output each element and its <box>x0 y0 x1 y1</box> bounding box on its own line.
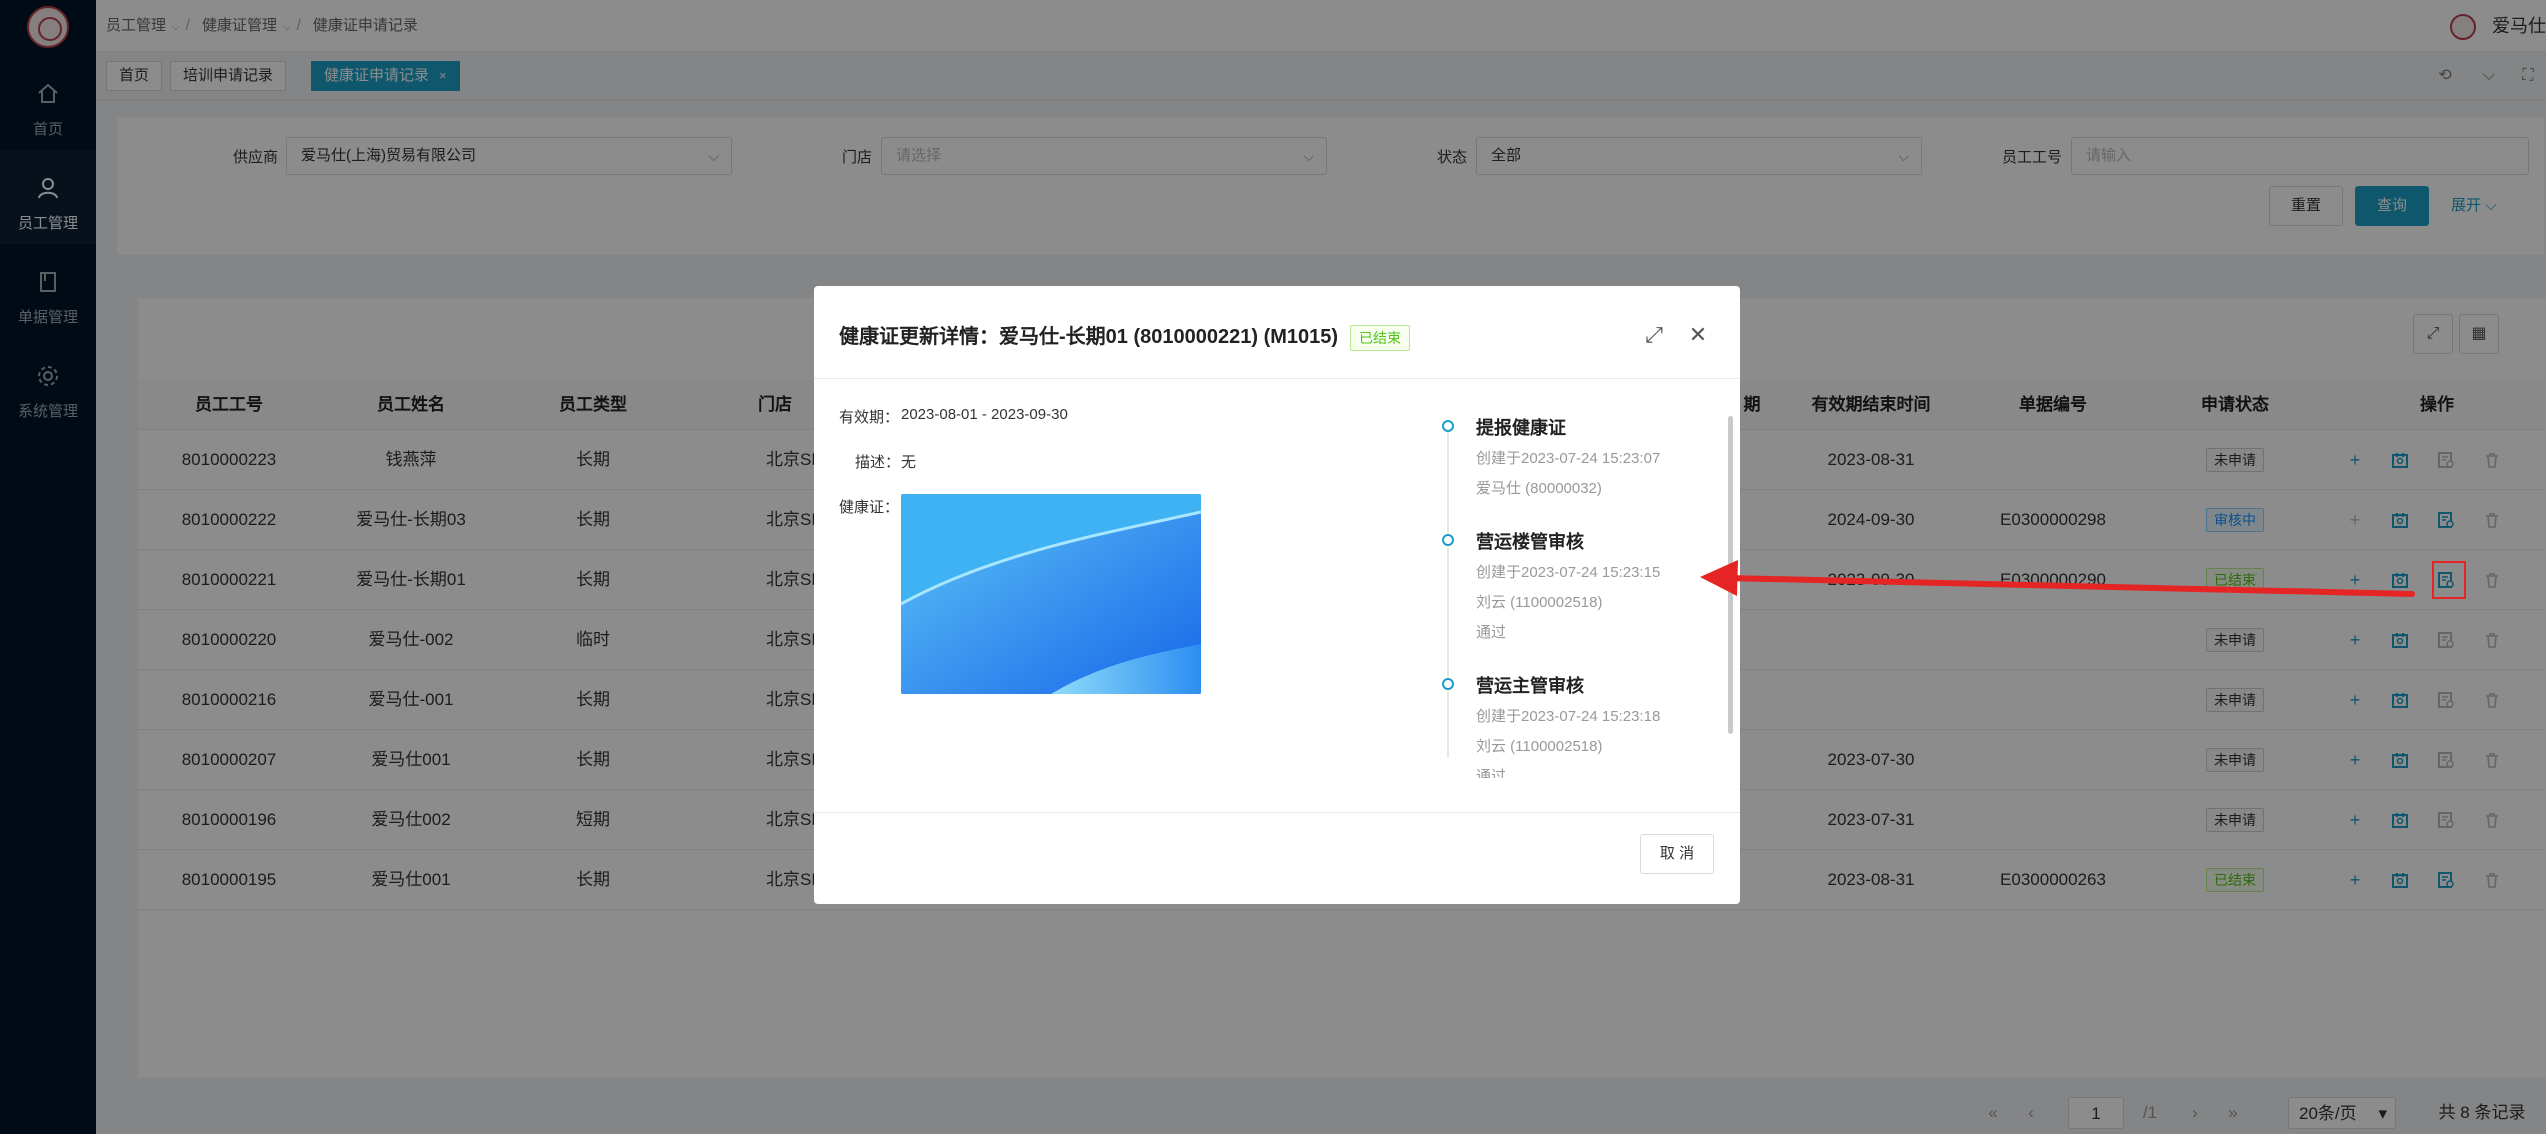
timeline-step-user: 刘云 (1100002518) <box>1476 738 1603 755</box>
timeline-step-user: 爱马仕 (80000032) <box>1476 480 1602 497</box>
timeline-step-title: 营运楼管审核 <box>1476 532 1584 552</box>
highlight-box <box>2432 561 2466 599</box>
scrollbar[interactable] <box>1728 416 1733 734</box>
timeline-step-time: 创建于2023-07-24 15:23:18 <box>1476 708 1661 725</box>
validity-label: 有效期： <box>839 409 900 426</box>
detail-modal: 健康证更新详情：爱马仕-长期01 (8010000221) (M1015) 已结束… <box>814 286 1740 904</box>
timeline-step-time: 创建于2023-07-24 15:23:15 <box>1476 564 1661 581</box>
description-value: 无 <box>901 454 917 471</box>
timeline-step-title: 营运主管审核 <box>1476 676 1584 696</box>
cancel-button[interactable]: 取 消 <box>1640 834 1714 874</box>
timeline-step-result: 通过 <box>1476 624 1507 641</box>
timeline-step-title: 提报健康证 <box>1476 418 1566 438</box>
divider <box>814 378 1740 379</box>
timeline-dot <box>1442 678 1454 690</box>
description-label: 描述： <box>855 454 901 471</box>
timeline-line <box>1447 428 1449 758</box>
divider <box>814 812 1740 813</box>
maximize-icon[interactable]: ⤢ <box>1639 320 1669 350</box>
timeline-step-time: 创建于2023-07-24 15:23:07 <box>1476 450 1661 467</box>
status-badge: 已结束 <box>1350 324 1411 351</box>
modal-title: 健康证更新详情：爱马仕-长期01 (8010000221) (M1015) 已结束 <box>839 320 1411 351</box>
timeline-mask <box>1454 778 1734 798</box>
timeline-dot <box>1442 420 1454 432</box>
timeline-dot <box>1442 534 1454 546</box>
modal-title-text: 健康证更新详情：爱马仕-长期01 (8010000221) (M1015) <box>839 326 1339 348</box>
validity-value: 2023-08-01 - 2023-09-30 <box>901 406 1068 423</box>
timeline-step-user: 刘云 (1100002518) <box>1476 594 1603 611</box>
timeline-clip: 通过 <box>1454 764 1734 778</box>
close-icon[interactable]: ✕ <box>1683 320 1713 350</box>
health-cert-image[interactable] <box>901 494 1201 694</box>
health-cert-label: 健康证： <box>839 499 900 516</box>
timeline-step-result: 通过 <box>1476 768 1507 778</box>
